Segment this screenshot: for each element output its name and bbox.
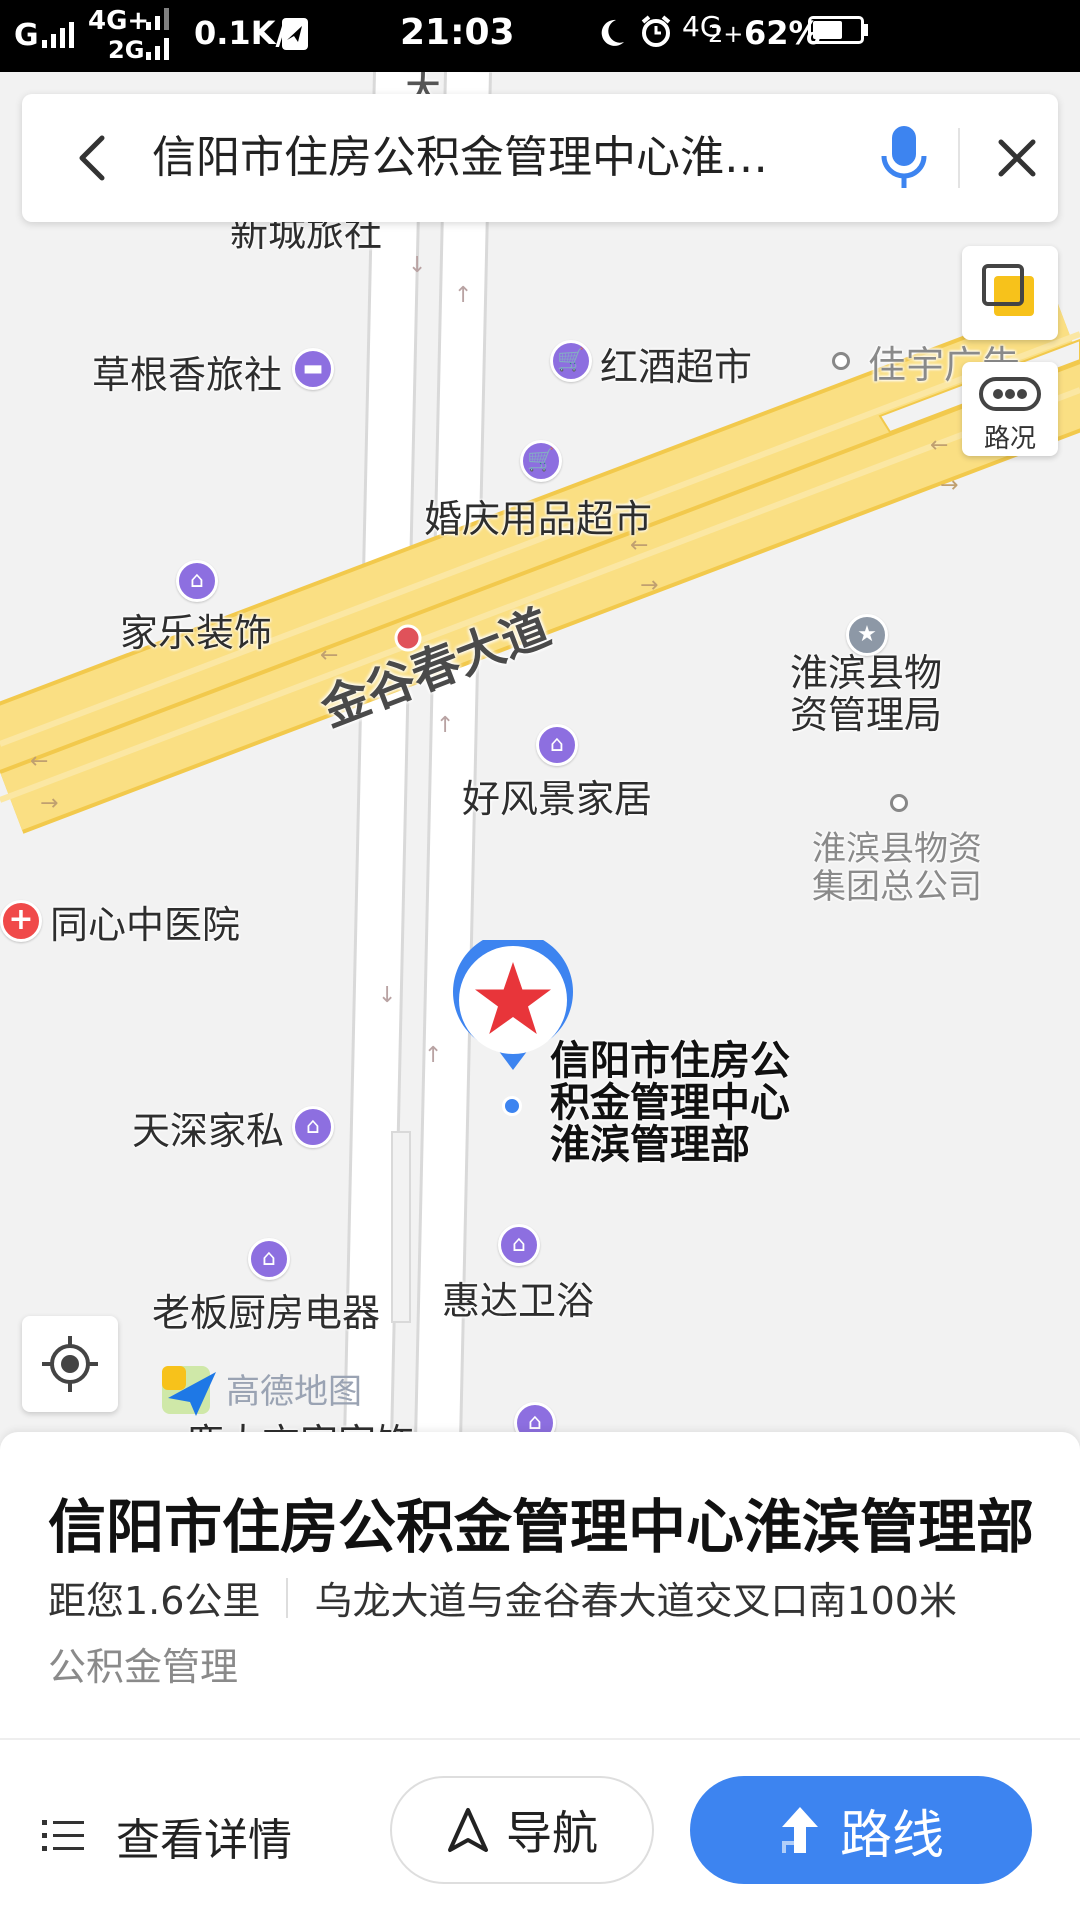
svg-text:↑: ↑: [424, 1043, 442, 1068]
poi-jiale[interactable]: 家乐装饰: [120, 602, 272, 657]
traffic-icon: [979, 377, 1041, 411]
navigate-label: 导航: [506, 1806, 598, 1860]
search-bar[interactable]: 信阳市住房公积金管理中心淮…: [22, 94, 1058, 222]
layers-button[interactable]: [962, 246, 1058, 340]
signal-icon: [42, 22, 74, 48]
svg-text:→: →: [940, 473, 958, 498]
shopping-cart-icon[interactable]: 🛒: [550, 340, 592, 382]
store-icon[interactable]: ⌂: [536, 724, 578, 766]
route-button[interactable]: 路线: [690, 1776, 1032, 1884]
network-type-right-sub: 2+: [708, 20, 744, 48]
carrier-label: G: [14, 18, 39, 53]
place-category: 公积金管理: [48, 1645, 239, 1689]
place-card[interactable]: 信阳市住房公积金管理中心淮滨管理部 距您1.6公里 乌龙大道与金谷春大道交叉口南…: [0, 1432, 1080, 1920]
poi-hunqing[interactable]: 婚庆用品超市: [424, 488, 652, 543]
info-separator: [286, 1577, 289, 1618]
poi-tongxin[interactable]: 同心中医院: [50, 894, 240, 949]
selected-place-label[interactable]: 信阳市住房公 积金管理中心 淮滨管理部: [550, 1040, 790, 1166]
network-type-bottom: 2G: [108, 36, 145, 64]
traffic-button[interactable]: 路况: [962, 362, 1058, 456]
hospital-icon[interactable]: +: [0, 900, 42, 942]
crosshair-icon: [42, 1336, 98, 1392]
alarm-icon: [641, 15, 671, 47]
poi-dot-icon: [832, 352, 850, 370]
map-view[interactable]: ↓ ↑ ↓ ↑ ↓ ↑ ← → ← ← → ← → 大 新城旅社 草根香旅社 ▬…: [0, 72, 1080, 1442]
place-distance: 距您1.6公里: [48, 1579, 261, 1623]
svg-text:←: ←: [930, 433, 948, 458]
poi-dot-icon: [890, 794, 908, 812]
svg-text:→: →: [640, 573, 658, 598]
network-type-top: 4G+: [88, 6, 150, 36]
view-details-button[interactable]: 查看详情: [40, 1788, 340, 1884]
store-icon[interactable]: ⌂: [248, 1238, 290, 1280]
svg-text:↓: ↓: [378, 983, 396, 1008]
navigate-button[interactable]: 导航: [390, 1776, 654, 1884]
status-bar: G 4G+ 2G 0.1K/s 21:03 4G 2+ 62%: [0, 0, 1080, 72]
navigation-arrow-icon: [448, 1808, 488, 1852]
poi-caogenxiang[interactable]: 草根香旅社: [92, 344, 282, 399]
amap-logo: 高德地图: [160, 1362, 380, 1418]
traffic-label: 路况: [983, 424, 1036, 454]
government-star-icon[interactable]: ★: [846, 614, 888, 656]
layers-icon: [982, 264, 1034, 316]
place-info-row: 距您1.6公里 乌龙大道与金谷春大道交叉口南100米: [48, 1570, 957, 1625]
svg-text:←: ←: [30, 749, 48, 774]
send-icon: [282, 18, 308, 50]
amap-logo-icon: [162, 1366, 216, 1416]
signal-icon-tertiary: [146, 38, 169, 60]
store-icon[interactable]: ⌂: [292, 1106, 334, 1148]
list-icon: [42, 1820, 84, 1851]
svg-text:→: →: [40, 791, 58, 816]
route-arrow-icon: [781, 1807, 818, 1853]
card-divider: [0, 1738, 1080, 1740]
place-title: 信阳市住房公积金管理中心淮滨管理部: [48, 1493, 1035, 1561]
poi-huida[interactable]: 惠达卫浴: [442, 1270, 594, 1325]
poi-tianshen[interactable]: 天深家私: [132, 1100, 284, 1155]
amap-brand-text: 高德地图: [226, 1372, 362, 1412]
place-address: 乌龙大道与金谷春大道交叉口南100米: [314, 1579, 957, 1623]
poi-laoban[interactable]: 老板厨房电器: [152, 1282, 380, 1337]
clock: 21:03: [400, 12, 515, 53]
store-icon[interactable]: ⌂: [498, 1224, 540, 1266]
svg-text:↑: ↑: [436, 713, 454, 738]
location-dot: [502, 1096, 522, 1116]
poi-haofengjing[interactable]: 好风景家居: [462, 768, 652, 823]
close-icon[interactable]: [987, 128, 1047, 188]
view-details-label: 查看详情: [116, 1815, 292, 1866]
poi-hongjiu[interactable]: 红酒超市: [600, 336, 752, 391]
battery-icon: [808, 16, 864, 44]
back-arrow-icon[interactable]: [64, 128, 124, 188]
hotel-icon[interactable]: ▬: [292, 348, 334, 390]
search-divider: [958, 128, 960, 188]
route-label: 路线: [839, 1805, 944, 1866]
store-icon[interactable]: ⌂: [176, 560, 218, 602]
svg-text:↑: ↑: [454, 283, 472, 308]
locate-me-button[interactable]: [22, 1316, 118, 1412]
poi-wuzijituan[interactable]: 淮滨县物资 集团总公司: [812, 830, 982, 906]
microphone-icon[interactable]: [874, 122, 934, 194]
search-query[interactable]: 信阳市住房公积金管理中心淮…: [152, 126, 842, 190]
moon-icon: [601, 19, 624, 46]
signal-icon-secondary: [146, 8, 169, 30]
svg-text:↓: ↓: [408, 253, 426, 278]
shopping-cart-icon[interactable]: 🛒: [520, 440, 562, 482]
poi-wuziju[interactable]: 淮滨县物 资管理局: [790, 652, 942, 736]
